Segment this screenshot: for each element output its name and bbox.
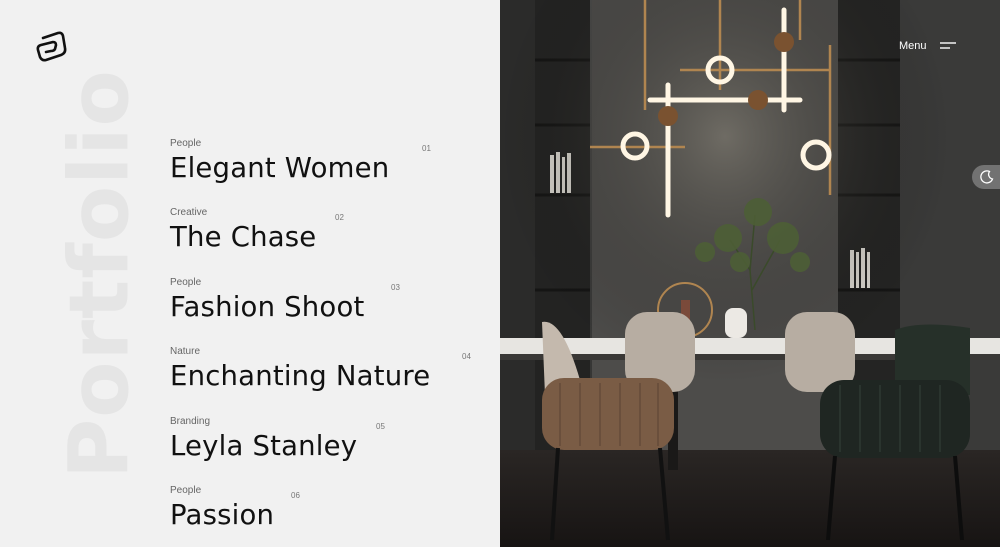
item-number: 02	[335, 213, 344, 223]
item-title[interactable]: Passion	[170, 499, 274, 531]
item-number: 05	[376, 421, 385, 431]
item-number: 01	[422, 144, 431, 153]
menu-button[interactable]: Menu	[899, 40, 927, 52]
dining-room-photo	[500, 0, 1000, 547]
hamburger-icon[interactable]	[938, 41, 956, 53]
item-category: People	[170, 484, 202, 496]
item-title[interactable]: Enchanting Nature	[170, 360, 430, 392]
item-category: People	[170, 276, 202, 288]
item-category: Creative	[170, 207, 208, 219]
item-category: Nature	[170, 346, 201, 358]
item-number: 06	[291, 490, 300, 500]
item-number: 04	[462, 352, 471, 362]
item-title[interactable]: The Chase	[170, 221, 316, 253]
portfolio-background-word: Portfolio	[52, 69, 148, 479]
hero-image	[500, 0, 1000, 547]
item-category: People	[170, 138, 202, 149]
item-title[interactable]: Elegant Women	[170, 152, 389, 184]
moon-icon	[980, 170, 994, 184]
item-category: Branding	[170, 415, 211, 427]
theme-toggle-button[interactable]	[972, 165, 1000, 189]
item-title[interactable]: Fashion Shoot	[170, 291, 364, 323]
portfolio-panel: Portfolio People Elegant Women 01 Creati…	[0, 0, 500, 547]
item-number: 03	[391, 282, 400, 292]
item-title[interactable]: Leyla Stanley	[170, 430, 357, 462]
loop-logo-icon[interactable]	[34, 28, 70, 64]
